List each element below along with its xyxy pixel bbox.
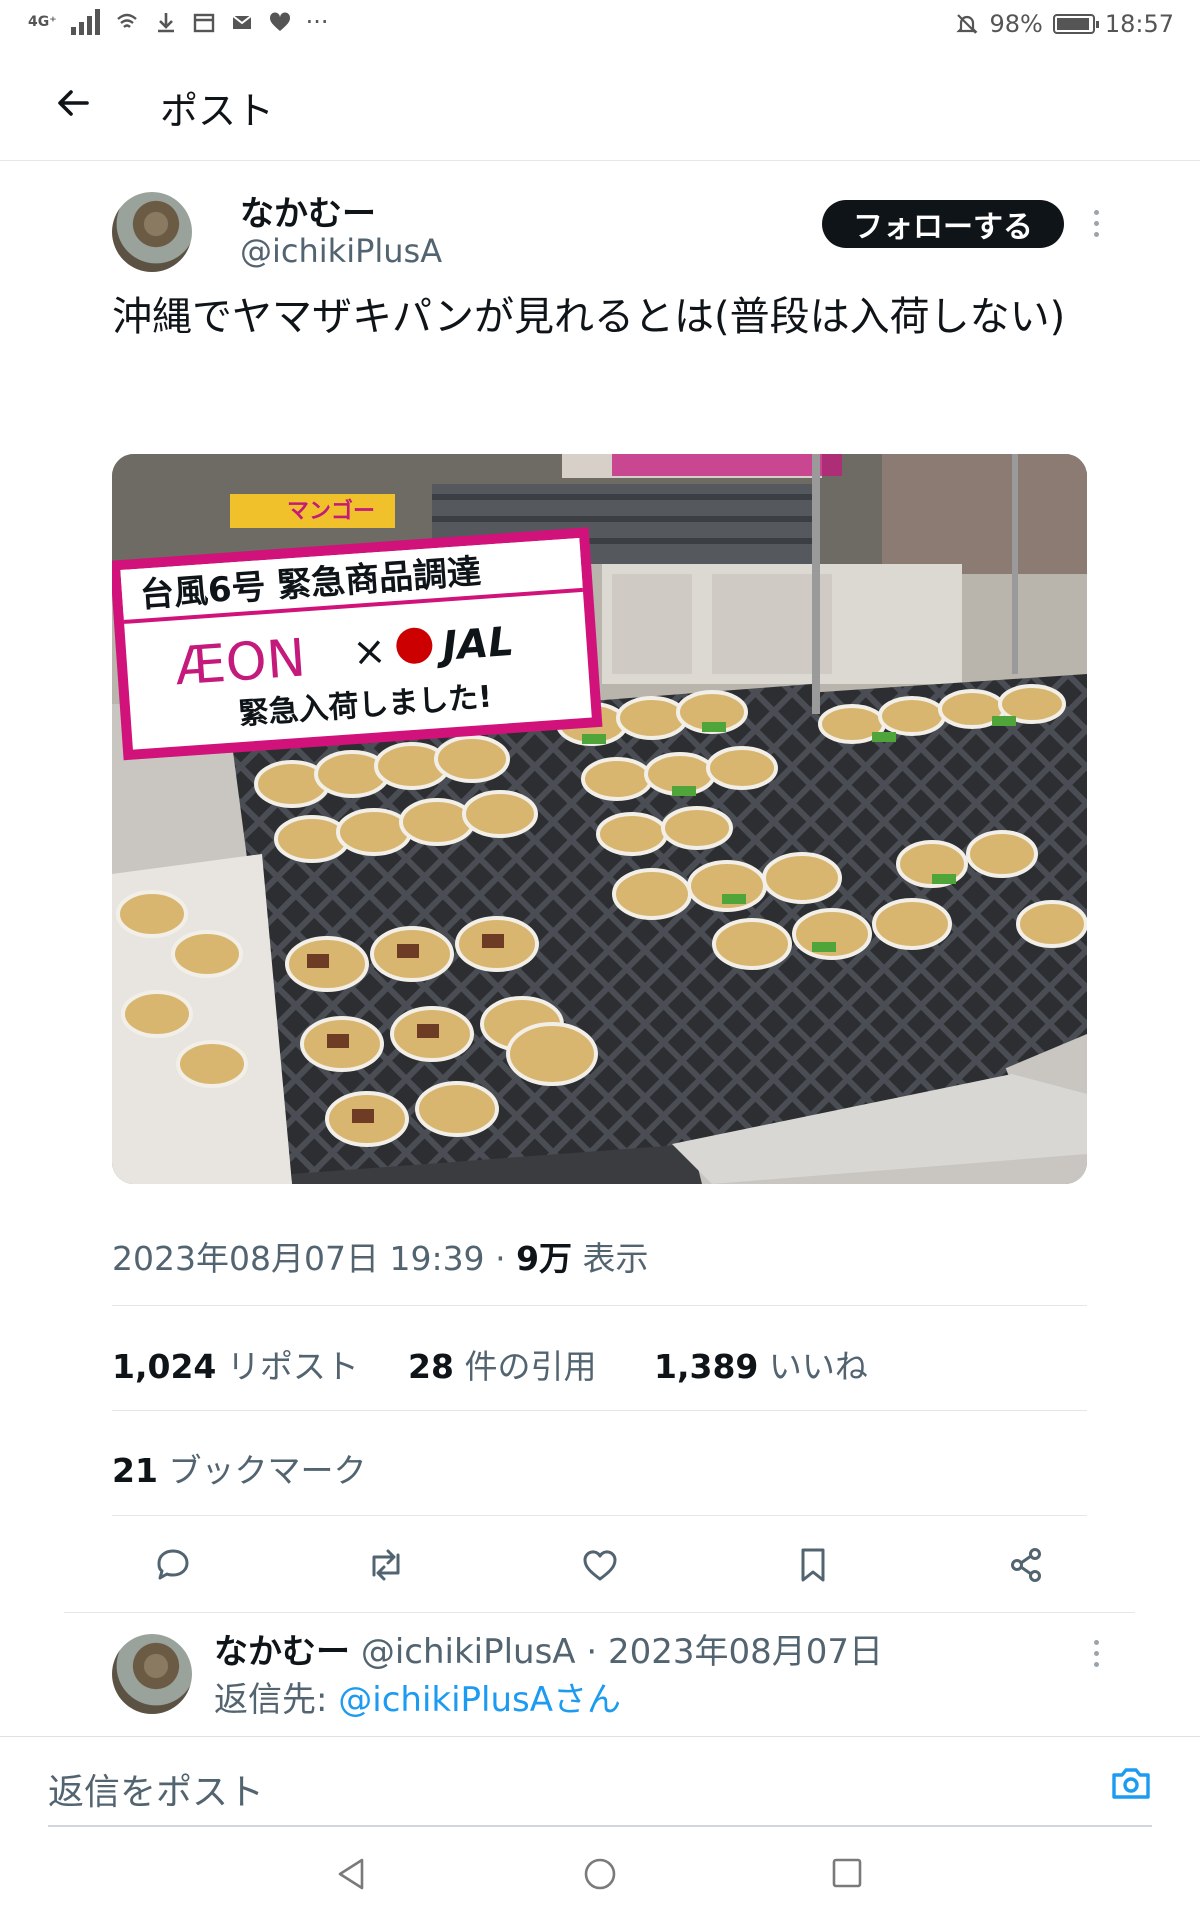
bookmarks-count: 21 xyxy=(112,1451,158,1490)
system-nav-bar xyxy=(0,1832,1200,1920)
quotes-label: 件の引用 xyxy=(464,1347,597,1386)
download-icon xyxy=(157,13,174,33)
bakery-display-image: マンゴー 台風6号 緊急商品調達 ÆON × JAL 緊急入荷しました! xyxy=(112,454,1087,1184)
more-icon: ··· xyxy=(305,8,329,36)
share-icon xyxy=(1011,1548,1041,1582)
reply-button[interactable] xyxy=(148,1540,198,1590)
author-avatar[interactable] xyxy=(112,192,192,272)
signal-icon xyxy=(70,9,100,35)
reposts-stat[interactable]: 1,024 リポスト xyxy=(112,1340,359,1388)
bookmark-button[interactable] xyxy=(788,1540,838,1590)
post-actions xyxy=(112,1530,1087,1600)
author-handle[interactable]: @ichikiPlusA xyxy=(240,232,442,270)
reposts-count: 1,024 xyxy=(112,1347,217,1386)
reply-more-options-icon[interactable] xyxy=(1086,1640,1106,1667)
wifi-calling-icon xyxy=(116,13,137,28)
camera-button[interactable] xyxy=(1110,1763,1152,1807)
clock: 18:57 xyxy=(1104,10,1174,38)
reply-composer: 返信をポスト xyxy=(0,1736,1200,1833)
post-meta: 2023年08月07日 19:39 · 9万 表示 xyxy=(112,1232,649,1280)
post-photo[interactable]: マンゴー 台風6号 緊急商品調達 ÆON × JAL 緊急入荷しました! xyxy=(112,454,1087,1184)
page-title: ポスト xyxy=(160,89,275,133)
sign-cross: × xyxy=(351,628,388,676)
reply-to-label: 返信先: xyxy=(214,1680,328,1720)
likes-stat[interactable]: 1,389 いいね xyxy=(654,1340,868,1388)
status-bar: 4G⁺ ··· 98% 18:57 xyxy=(0,0,1200,48)
reply-meta: @ichikiPlusA · 2023年08月07日 xyxy=(360,1632,884,1672)
reply-author-avatar[interactable] xyxy=(112,1634,192,1714)
reply-to-handle[interactable]: @ichikiPlusAさん xyxy=(338,1680,621,1720)
share-button[interactable] xyxy=(1001,1540,1051,1590)
likes-label: いいね xyxy=(768,1347,868,1386)
back-button[interactable] xyxy=(48,78,98,128)
nav-recents-icon[interactable] xyxy=(830,1856,864,1890)
camera-icon xyxy=(1112,1768,1150,1799)
back-arrow-icon xyxy=(58,90,89,116)
sign-brand-jal: JAL xyxy=(434,619,515,670)
post-text: 沖縄でヤマザキパンが見れるとは(普段は入荷しない) xyxy=(112,294,1066,340)
top-app-bar: ポスト xyxy=(0,48,1200,161)
heart-icon xyxy=(269,12,290,31)
calendar-icon xyxy=(193,13,214,33)
mail-icon xyxy=(232,15,252,29)
heart-outline-icon xyxy=(582,1550,617,1581)
sign-brand-aeon: ÆON xyxy=(173,628,307,697)
mango-sign-text: マンゴー xyxy=(287,498,375,524)
bookmarks-stat[interactable]: 21 ブックマーク xyxy=(112,1444,366,1492)
composer-underline xyxy=(48,1825,1152,1827)
views-count: 9万 xyxy=(516,1239,573,1278)
views-label: 表示 xyxy=(582,1239,649,1278)
bookmark-icon xyxy=(801,1548,825,1582)
meta-separator: · xyxy=(495,1239,506,1278)
author-name[interactable]: なかむー xyxy=(240,186,376,235)
nav-back-icon[interactable] xyxy=(334,1856,368,1892)
more-options-icon[interactable] xyxy=(1086,210,1106,237)
repost-button[interactable] xyxy=(361,1540,411,1590)
repost-icon xyxy=(372,1549,400,1581)
divider xyxy=(112,1515,1087,1516)
post-date: 2023年08月07日 19:39 xyxy=(112,1239,485,1278)
likes-count: 1,389 xyxy=(654,1347,759,1386)
divider xyxy=(112,1305,1087,1306)
quotes-count: 28 xyxy=(408,1347,454,1386)
reply-author-name: なかむー xyxy=(214,1632,350,1672)
like-button[interactable] xyxy=(575,1540,625,1590)
reposts-label: リポスト xyxy=(226,1347,359,1386)
reply-icon xyxy=(157,1549,189,1580)
bookmarks-label: ブックマーク xyxy=(168,1451,367,1490)
reply-header[interactable]: なかむー @ichikiPlusA · 2023年08月07日 xyxy=(214,1624,883,1673)
follow-button[interactable]: フォローする xyxy=(822,200,1064,248)
quotes-stat[interactable]: 28 件の引用 xyxy=(408,1340,596,1388)
mute-icon xyxy=(956,14,979,34)
divider xyxy=(64,1612,1135,1613)
nav-home-icon[interactable] xyxy=(582,1856,618,1892)
reply-to-line: 返信先: @ichikiPlusAさん xyxy=(214,1672,621,1721)
battery-icon xyxy=(1052,14,1099,34)
battery-percent: 98% xyxy=(989,10,1043,38)
reply-input[interactable]: 返信をポスト xyxy=(48,1763,264,1815)
divider xyxy=(112,1410,1087,1411)
network-label: 4G⁺ xyxy=(28,14,57,30)
